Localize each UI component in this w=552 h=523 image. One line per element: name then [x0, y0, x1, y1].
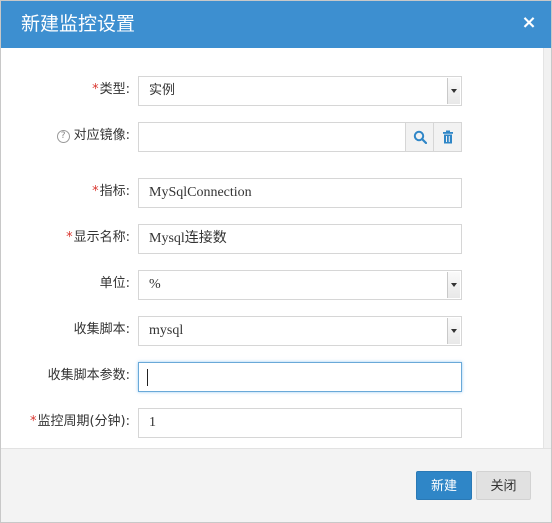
- script-params-row: 收集脚本参数:: [1, 362, 552, 392]
- chevron-down-icon[interactable]: [447, 272, 460, 298]
- metric-row: *指标: MySqlConnection: [1, 178, 552, 208]
- create-button[interactable]: 新建: [416, 471, 472, 500]
- unit-select[interactable]: %: [138, 270, 462, 300]
- search-button[interactable]: [405, 123, 433, 151]
- display-name-label: *显示名称:: [66, 230, 130, 245]
- display-name-input[interactable]: Mysql连接数: [138, 224, 462, 254]
- type-row: *类型: 实例: [1, 76, 552, 106]
- type-select[interactable]: 实例: [138, 76, 462, 106]
- text-caret: [147, 369, 148, 386]
- script-label: 收集脚本:: [73, 322, 130, 337]
- unit-value: %: [149, 277, 161, 292]
- unit-label: 单位:: [99, 276, 130, 291]
- metric-label: *指标:: [92, 184, 130, 199]
- type-value: 实例: [149, 83, 176, 98]
- required-star: *: [29, 414, 37, 429]
- display-name-row: *显示名称: Mysql连接数: [1, 224, 552, 254]
- mirror-row: ? 对应镜像:: [1, 122, 552, 152]
- monitor-settings-dialog: 新建监控设置 × *类型: 实例 ? 对应镜像: *指标: MySqlConne…: [0, 0, 552, 523]
- required-star: *: [66, 230, 73, 245]
- required-star: *: [92, 184, 99, 199]
- search-icon: [413, 130, 427, 144]
- chevron-down-icon[interactable]: [447, 78, 460, 104]
- trash-icon: [443, 130, 453, 144]
- chevron-down-icon[interactable]: [447, 318, 460, 344]
- script-row: 收集脚本: mysql: [1, 316, 552, 346]
- script-select[interactable]: mysql: [138, 316, 462, 346]
- required-star: *: [92, 82, 99, 97]
- script-params-label: 收集脚本参数:: [47, 368, 130, 383]
- period-label: *监控周期(分钟):: [29, 414, 130, 429]
- delete-button[interactable]: [433, 123, 461, 151]
- close-icon[interactable]: ×: [521, 14, 537, 32]
- script-params-input[interactable]: [138, 362, 462, 392]
- dialog-title: 新建监控设置: [21, 13, 136, 35]
- script-value: mysql: [149, 323, 184, 338]
- unit-row: 单位: %: [1, 270, 552, 300]
- period-row: *监控周期(分钟): 1: [1, 408, 552, 438]
- dialog-footer: 新建 关闭: [1, 448, 551, 522]
- mirror-label: ? 对应镜像:: [56, 122, 130, 152]
- dialog-header: 新建监控设置 ×: [1, 1, 551, 48]
- metric-input[interactable]: MySqlConnection: [138, 178, 462, 208]
- close-button[interactable]: 关闭: [476, 471, 531, 500]
- type-label: *类型:: [92, 82, 130, 97]
- mirror-input[interactable]: [138, 122, 462, 152]
- question-circle-icon[interactable]: ?: [56, 130, 70, 143]
- period-input[interactable]: 1: [138, 408, 462, 438]
